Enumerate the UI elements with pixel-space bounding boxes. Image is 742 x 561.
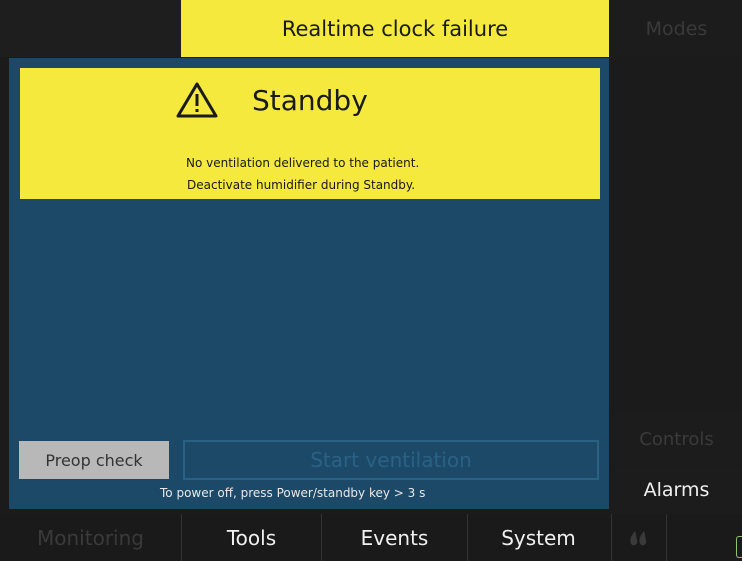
right-panel [611,58,742,413]
nav-tools-label: Tools [226,525,277,550]
nav-events-label: Events [360,525,429,550]
start-ventilation-label: Start ventilation [310,448,472,472]
nav-events[interactable]: Events [321,514,467,561]
top-left-blank [0,0,181,57]
nav-blank [666,514,742,561]
alarm-message: Realtime clock failure [281,16,509,41]
nav-system-label: System [501,525,576,550]
battery-icon [736,536,742,558]
nav-monitoring[interactable]: Monitoring [0,514,181,561]
alarms-label: Alarms [643,479,710,501]
preop-check-button[interactable]: Preop check [19,441,169,479]
humidifier-drops-icon [630,530,647,545]
start-ventilation-button[interactable]: Start ventilation [183,440,599,480]
standby-message-1: No ventilation delivered to the patient. [186,156,420,170]
nav-tools[interactable]: Tools [181,514,321,561]
standby-message-2: Deactivate humidifier during Standby. [187,178,416,192]
nav-monitoring-label: Monitoring [37,525,144,550]
controls-label: Controls [639,428,714,450]
alarms-button[interactable]: Alarms [611,466,742,514]
power-off-hint: To power off, press Power/standby key > … [160,486,426,500]
nav-system[interactable]: System [467,514,609,561]
standby-header: Standby [175,78,368,122]
modes-label: Modes [645,17,708,40]
modes-button[interactable]: Modes [611,0,742,57]
warning-triangle-icon [176,82,218,118]
controls-button[interactable]: Controls [611,414,742,464]
alarm-banner[interactable]: Realtime clock failure [181,0,609,57]
preop-check-label: Preop check [45,450,143,470]
nav-humidifier[interactable] [611,514,666,561]
standby-title: Standby [252,83,368,117]
